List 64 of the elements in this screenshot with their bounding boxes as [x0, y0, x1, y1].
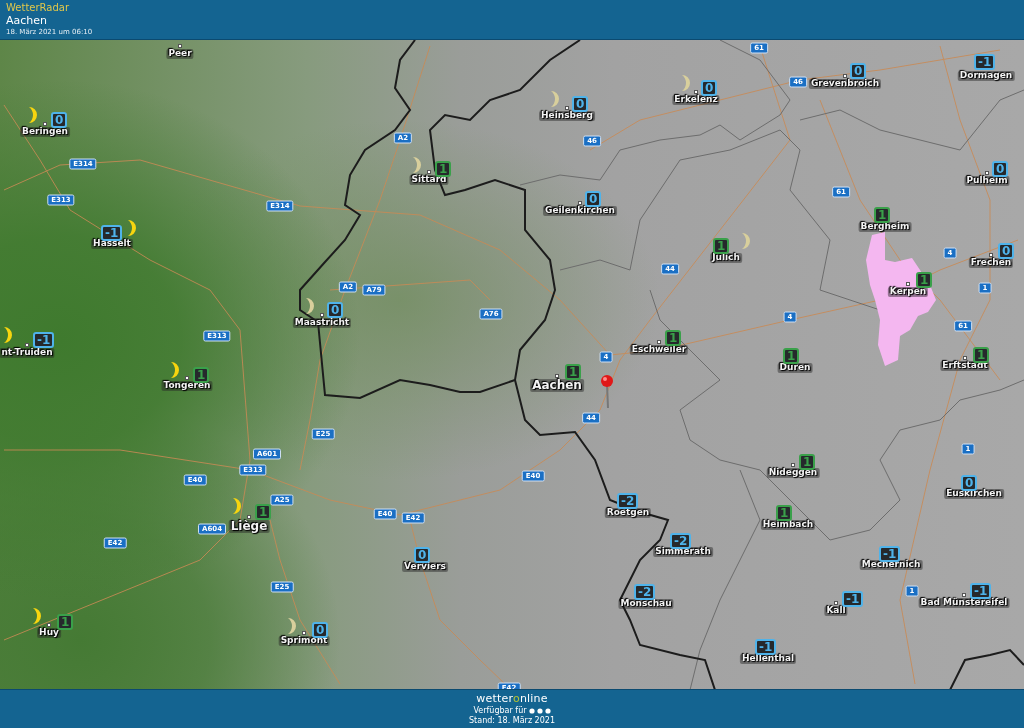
city-marker-icon [302, 631, 306, 635]
temperature-value: 1 [57, 614, 74, 630]
temperature-value: -1 [879, 546, 901, 562]
city-marker-icon [985, 171, 989, 175]
temperature-value: 0 [585, 191, 602, 207]
temperature-value: 1 [916, 272, 933, 288]
temperature-value: 0 [701, 80, 718, 96]
temperature-value: 1 [565, 364, 582, 380]
temperature-value: -1 [842, 591, 864, 607]
temperature-value: 1 [799, 454, 816, 470]
location-title: Aachen [6, 14, 49, 27]
temperature-value: 1 [783, 348, 800, 364]
city-marker-icon [427, 170, 431, 174]
temperature-value: -1 [755, 639, 777, 655]
temperature-value: 1 [973, 347, 990, 363]
city-marker-icon [694, 90, 698, 94]
temperature-value: 1 [435, 161, 452, 177]
temperature-value: 1 [255, 504, 272, 520]
temperature-value: -1 [974, 54, 996, 70]
temperature-value: -2 [617, 493, 639, 509]
city-marker-icon [555, 374, 559, 378]
city-marker-icon [47, 623, 51, 627]
temperature-value: 0 [998, 243, 1015, 259]
city-label[interactable]: Dormagen [957, 71, 1015, 81]
city-marker-icon [25, 343, 29, 347]
city-marker-icon [185, 376, 189, 380]
temperature-value: 0 [850, 63, 867, 79]
availability-text: Verfügbar für [473, 706, 527, 715]
brand-logo: wetteronline [476, 693, 548, 705]
city-marker-icon [963, 356, 967, 360]
city-marker-icon [320, 313, 324, 317]
city-marker-icon [578, 201, 582, 205]
city-marker-icon [989, 253, 993, 257]
temperature-value: 1 [665, 330, 682, 346]
temperature-value: 0 [414, 547, 431, 563]
city-marker-icon [178, 44, 182, 48]
update-date: Stand: 18. März 2021 [469, 716, 555, 725]
city-marker-icon [962, 593, 966, 597]
temperature-value: -2 [634, 584, 656, 600]
city-marker-icon [791, 463, 795, 467]
city-marker-icon [834, 601, 838, 605]
temperature-value: 1 [874, 207, 891, 223]
map-pin-icon [601, 375, 613, 409]
temperature-value: 0 [961, 475, 978, 491]
temperature-value: -1 [970, 583, 992, 599]
city-marker-icon [43, 122, 47, 126]
temperature-value: 0 [51, 112, 68, 128]
city-marker-icon [843, 74, 847, 78]
city-label[interactable]: Liège [228, 520, 270, 534]
temperature-value: -2 [670, 533, 692, 549]
temperature-value: -1 [101, 225, 123, 241]
temperature-value: -1 [33, 332, 55, 348]
temperature-value: 1 [776, 505, 793, 521]
city-marker-icon [657, 340, 661, 344]
temperature-value: 1 [193, 367, 210, 383]
temperature-value: 0 [327, 302, 344, 318]
temperature-value: 0 [992, 161, 1009, 177]
temperature-value: 1 [713, 238, 730, 254]
temperature-value: 0 [572, 96, 589, 112]
city-marker-icon [247, 515, 251, 519]
temperature-value: 0 [312, 622, 329, 638]
city-marker-icon [906, 282, 910, 286]
city-marker-icon [565, 106, 569, 110]
app-name: WetterRadar [6, 2, 70, 14]
